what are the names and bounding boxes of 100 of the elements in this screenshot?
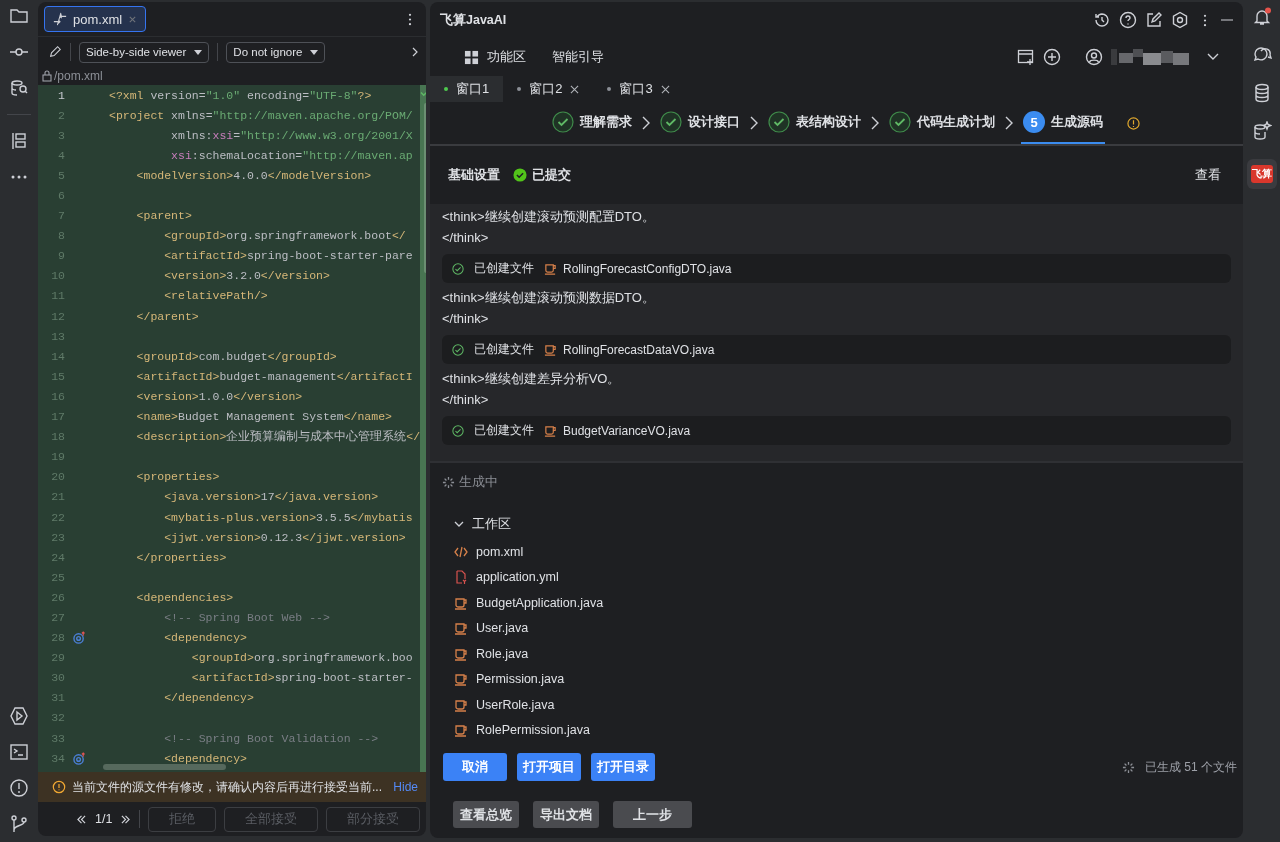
line-number: 27 xyxy=(50,611,65,624)
line-number: 15 xyxy=(50,369,65,383)
terminal-icon[interactable] xyxy=(9,742,29,762)
step-tab[interactable]: 设计接口 xyxy=(658,102,742,144)
action-button[interactable]: 打开项目 xyxy=(517,753,581,781)
new-window-icon[interactable] xyxy=(1017,48,1035,66)
file-name[interactable]: application.yml xyxy=(476,570,559,585)
action-button[interactable]: 打开目录 xyxy=(591,753,655,781)
file-name[interactable]: RollingForecastConfigDTO.java xyxy=(563,261,732,276)
history-icon[interactable] xyxy=(1093,11,1111,29)
file-name[interactable]: BudgetApplication.java xyxy=(476,595,604,610)
step-tab[interactable]: 表结构设计 xyxy=(766,102,863,144)
bell-icon[interactable] xyxy=(1251,7,1272,27)
code-file-icon xyxy=(454,544,468,559)
hide-link[interactable]: Hide xyxy=(393,780,418,794)
close-icon[interactable] xyxy=(660,84,670,94)
line-number: 17 xyxy=(50,410,65,424)
chevron-right-icon xyxy=(750,116,758,130)
secondary-button[interactable]: 上一步 xyxy=(613,801,692,828)
line-number: 31 xyxy=(50,691,65,705)
add-icon[interactable] xyxy=(1043,48,1061,66)
code-line: <dependencies> xyxy=(135,590,234,604)
file-name[interactable]: pom.xml xyxy=(476,544,524,559)
chevron-down-icon[interactable] xyxy=(1207,53,1219,61)
run-icon[interactable] xyxy=(9,706,29,726)
database-sparkle-icon[interactable] xyxy=(1251,121,1272,141)
code-line: <relativePath/> xyxy=(163,289,268,303)
line-number: 30 xyxy=(50,671,65,685)
database-search-icon[interactable] xyxy=(9,78,29,98)
code-line: <properties> xyxy=(135,470,220,484)
gutter-marker-icon[interactable] xyxy=(73,631,86,645)
status-text: 已创建文件 xyxy=(474,422,534,439)
window-tab[interactable]: 窗口2 xyxy=(503,76,594,102)
chevron-right-icon[interactable] xyxy=(412,47,418,57)
line-number: 16 xyxy=(50,389,65,403)
check-circle-icon xyxy=(452,343,464,356)
file-name[interactable]: Role.java xyxy=(476,646,529,661)
secondary-button[interactable]: 导出文档 xyxy=(533,801,599,828)
step-tab[interactable]: 理解需求 xyxy=(550,102,634,144)
close-icon[interactable] xyxy=(570,84,580,94)
code-line: <name>Budget Management System</name> xyxy=(135,410,392,424)
file-name[interactable]: BudgetVarianceVO.java xyxy=(563,423,691,438)
file-tab[interactable]: pom.xml xyxy=(44,6,147,32)
spinner-icon xyxy=(442,475,455,489)
action-button[interactable]: 取消 xyxy=(443,753,507,781)
nav-link[interactable]: 智能引导 xyxy=(552,48,604,66)
pencil-icon[interactable] xyxy=(48,45,62,59)
previous-icon[interactable] xyxy=(76,814,87,824)
file-name[interactable]: UserRole.java xyxy=(476,697,555,712)
warning-icon xyxy=(52,780,66,794)
line-number: 8 xyxy=(57,229,65,243)
nav-link[interactable]: 功能区 xyxy=(487,48,526,66)
file-name[interactable]: RolePermission.java xyxy=(476,723,590,738)
app-logo[interactable]: 飞算 xyxy=(1246,159,1277,189)
line-number: 7 xyxy=(57,209,65,223)
caret-icon xyxy=(194,49,203,55)
caret-icon xyxy=(310,49,319,55)
code-line: <version>3.2.0</version> xyxy=(163,269,330,283)
workspace-header[interactable]: 工作区 xyxy=(454,511,1243,537)
file-name[interactable]: Permission.java xyxy=(476,672,565,687)
line-number: 34 xyxy=(50,751,65,765)
settings-icon[interactable] xyxy=(1171,11,1189,29)
line-number: 20 xyxy=(50,470,65,484)
git-branch-icon[interactable] xyxy=(9,814,29,834)
file-path: /pom.xml xyxy=(54,69,103,83)
file-name[interactable]: RollingForecastDataVO.java xyxy=(563,342,715,357)
settings-label: 基础设置 xyxy=(448,166,500,184)
cup-icon xyxy=(454,723,468,738)
viewer-dropdown[interactable]: Side-by-side viewer xyxy=(79,41,210,63)
structure-icon[interactable] xyxy=(9,131,29,151)
info-icon[interactable] xyxy=(1127,116,1140,130)
user-icon[interactable] xyxy=(1085,48,1103,66)
code-line: <modelVersion>4.0.0</modelVersion> xyxy=(135,168,372,182)
window-tab[interactable]: 窗口1 xyxy=(430,76,504,102)
ignore-dropdown[interactable]: Do not ignore xyxy=(226,41,326,63)
next-icon[interactable] xyxy=(120,814,132,824)
scrollbar[interactable] xyxy=(103,764,226,770)
code-line: <?xml version="1.0" encoding="UTF-8"?> xyxy=(109,88,372,102)
gutter-marker-icon[interactable] xyxy=(73,751,86,765)
file-name[interactable]: User.java xyxy=(476,621,529,636)
help-icon[interactable] xyxy=(1119,11,1137,29)
kebab-icon[interactable] xyxy=(408,12,412,26)
window-tab[interactable]: 窗口3 xyxy=(593,76,684,102)
progress-text: 生成中 xyxy=(459,473,498,491)
think-text: <think>继续创建滚动预测配置DTO。 xyxy=(442,208,656,226)
secondary-button[interactable]: 查看总览 xyxy=(453,801,519,828)
code-line: <dependency> xyxy=(163,751,248,765)
check-circle-icon xyxy=(768,111,790,133)
code-line: <mybatis-plus.version>3.5.5</mybatis xyxy=(163,510,413,524)
scrollbar[interactable] xyxy=(423,103,426,273)
step-tab[interactable]: 代码生成计划 xyxy=(887,102,997,144)
problems-icon[interactable] xyxy=(9,778,29,798)
cup-icon xyxy=(454,595,468,610)
kebab-icon[interactable] xyxy=(1203,13,1207,27)
change-counter: 1/1 xyxy=(95,812,113,826)
code-line: <project xmlns="http://maven.apache.org/POM/ xyxy=(109,108,413,122)
check-circle-icon xyxy=(889,111,911,133)
folder-icon[interactable] xyxy=(9,6,29,26)
view-link[interactable]: 查看 xyxy=(1195,166,1221,184)
edit-icon[interactable] xyxy=(1145,11,1163,29)
